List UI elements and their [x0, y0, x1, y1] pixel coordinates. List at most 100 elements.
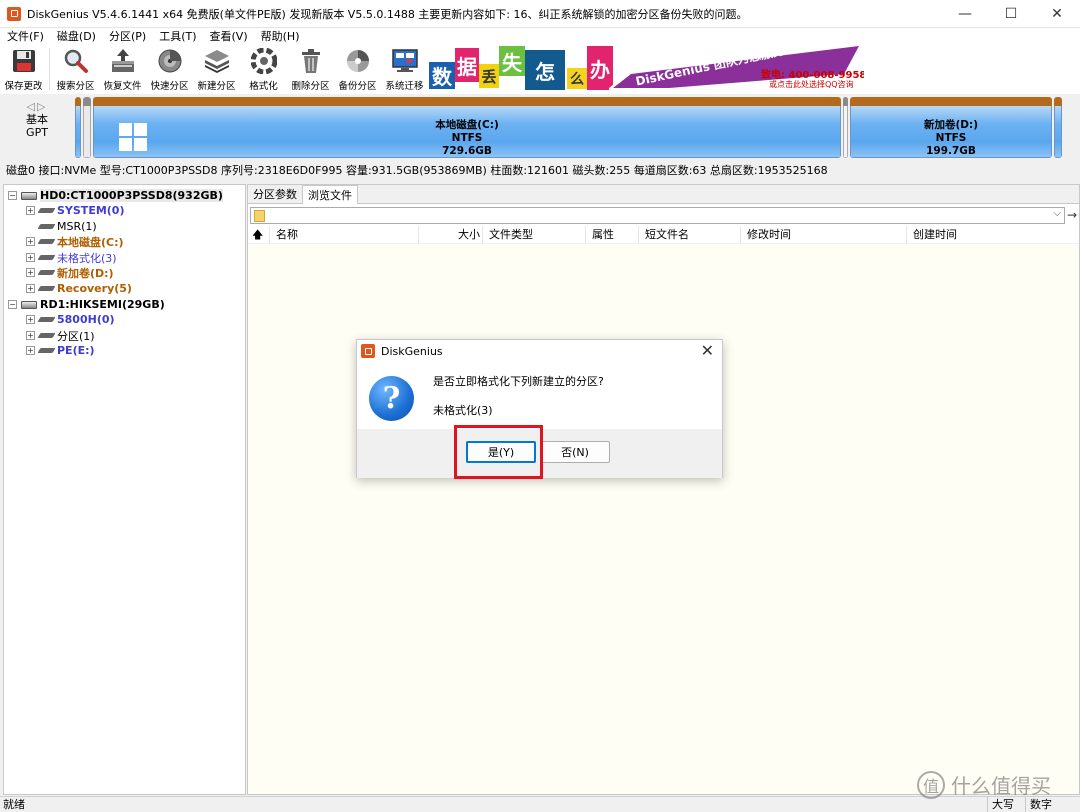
- partition-icon: [37, 348, 56, 353]
- file-browser-panel: 分区参数 浏览文件 ⌵ → 🡅 名称 大小 文件类型 属性 短文件名 修改时间 …: [247, 184, 1080, 795]
- tree-item-unformatted[interactable]: + 未格式化(3): [26, 250, 117, 265]
- expand-icon[interactable]: +: [26, 331, 35, 340]
- partition-icon: [37, 208, 56, 213]
- tree-item-d[interactable]: + 新加卷(D:): [26, 265, 114, 280]
- tree-item-c[interactable]: + 本地磁盘(C:): [26, 234, 124, 249]
- file-list[interactable]: [248, 245, 1079, 794]
- partition-d-fs: NTFS: [935, 132, 967, 144]
- format-icon: [250, 47, 278, 75]
- save-changes-button[interactable]: 保存更改: [0, 44, 47, 94]
- partition-icon: [37, 286, 56, 291]
- expand-icon[interactable]: +: [26, 206, 35, 215]
- up-arrow-icon[interactable]: 🡅: [248, 226, 270, 244]
- windows-logo-icon: [119, 123, 147, 151]
- expand-icon[interactable]: +: [26, 346, 35, 355]
- column-created-time[interactable]: 创建时间: [907, 226, 1077, 244]
- disk-nav-arrows[interactable]: ◁▷: [20, 100, 54, 113]
- no-button[interactable]: 否(N): [540, 441, 610, 463]
- new-partition-button[interactable]: 新建分区: [193, 44, 240, 94]
- search-partition-button[interactable]: 搜索分区: [52, 44, 99, 94]
- minimize-button[interactable]: —: [942, 0, 988, 28]
- tree-disk0[interactable]: − HD0:CT1000P3PSSD8(932GB): [8, 188, 223, 203]
- go-arrow-icon[interactable]: →: [1065, 208, 1079, 222]
- status-num: 数字: [1025, 797, 1080, 812]
- ad-banner[interactable]: 数 据 丢 失 怎 么 办 DiskGenius 团队为您服务 致电: 400-…: [429, 44, 864, 91]
- menu-partition[interactable]: 分区(P): [102, 28, 152, 44]
- watermark: 值 什么值得买: [917, 770, 1051, 799]
- dialog-close-button[interactable]: ✕: [701, 341, 714, 360]
- partition-icon: [37, 224, 56, 229]
- quick-partition-button[interactable]: 快速分区: [146, 44, 193, 94]
- tab-partition-params[interactable]: 分区参数: [248, 185, 302, 204]
- toolbar-separator: [49, 48, 50, 90]
- expand-icon[interactable]: +: [26, 284, 35, 293]
- tree-item-partition1[interactable]: + 分区(1): [26, 328, 95, 343]
- folder-icon: [254, 209, 265, 222]
- path-input[interactable]: ⌵: [250, 206, 1065, 224]
- column-size[interactable]: 大小: [419, 226, 483, 244]
- dialog-question: 是否立即格式化下列新建立的分区?: [433, 375, 604, 388]
- status-caps: 大写: [987, 797, 1025, 812]
- recover-file-button[interactable]: 恢复文件: [99, 44, 146, 94]
- tab-bar: 分区参数 浏览文件: [248, 185, 1079, 204]
- backup-partition-button[interactable]: 备份分区: [334, 44, 381, 94]
- format-button[interactable]: 格式化: [240, 44, 287, 94]
- menu-tools[interactable]: 工具(T): [152, 28, 202, 44]
- banner-char: 失: [499, 46, 525, 76]
- menu-file[interactable]: 文件(F): [0, 28, 50, 44]
- column-file-type[interactable]: 文件类型: [483, 226, 586, 244]
- column-modified-time[interactable]: 修改时间: [741, 226, 907, 244]
- banner-qq-link[interactable]: 或点击此处选择QQ咨询: [769, 79, 854, 90]
- partition-d-name: 新加卷(D:): [923, 119, 978, 131]
- partition-block-system[interactable]: [75, 97, 81, 158]
- quick-partition-icon: [156, 47, 184, 75]
- menu-view[interactable]: 查看(V): [203, 28, 254, 44]
- trash-icon: [297, 47, 325, 75]
- partition-block-unformatted[interactable]: [843, 97, 848, 158]
- tree-item-msr[interactable]: MSR(1): [37, 219, 97, 234]
- partition-block-recovery[interactable]: [1054, 97, 1062, 158]
- partition-block-msr[interactable]: [83, 97, 91, 158]
- partition-icon: [37, 333, 56, 338]
- banner-char: 丢: [479, 64, 499, 88]
- backup-partition-icon: [344, 47, 372, 75]
- close-button[interactable]: ✕: [1034, 0, 1080, 28]
- expand-icon[interactable]: +: [26, 253, 35, 262]
- new-partition-icon: [203, 47, 231, 75]
- expand-icon[interactable]: +: [26, 315, 35, 324]
- tree-item-pe[interactable]: + PE(E:): [26, 343, 95, 358]
- title-bar: DiskGenius V5.4.6.1441 x64 免费版(单文件PE版) 发…: [0, 0, 1080, 28]
- tab-browse-files[interactable]: 浏览文件: [302, 185, 358, 204]
- tree-item-system[interactable]: + SYSTEM(0): [26, 203, 124, 218]
- collapse-icon[interactable]: −: [8, 191, 17, 200]
- tree-disk1[interactable]: − RD1:HIKSEMI(29GB): [8, 297, 165, 312]
- column-attributes[interactable]: 属性: [586, 226, 639, 244]
- tree-item-5800h[interactable]: + 5800H(0): [26, 312, 115, 327]
- app-logo-icon: [361, 344, 375, 358]
- column-short-name[interactable]: 短文件名: [639, 226, 741, 244]
- system-migrate-button[interactable]: 系统迁移: [381, 44, 428, 94]
- tree-item-recovery[interactable]: + Recovery(5): [26, 281, 132, 296]
- banner-char: 怎: [525, 50, 565, 90]
- expand-icon[interactable]: +: [26, 237, 35, 246]
- expand-icon[interactable]: +: [26, 268, 35, 277]
- partition-icon: [37, 270, 56, 275]
- banner-char: 数: [429, 62, 455, 89]
- menu-disk[interactable]: 磁盘(D): [50, 28, 102, 44]
- window-title: DiskGenius V5.4.6.1441 x64 免费版(单文件PE版) 发…: [27, 7, 748, 21]
- path-dropdown-icon[interactable]: ⌵: [1053, 208, 1061, 219]
- column-name[interactable]: 名称: [270, 226, 419, 244]
- disk-type-label: 基本: [26, 113, 48, 126]
- highlight-annotation: [454, 425, 543, 479]
- search-partition-icon: [62, 47, 90, 75]
- partition-block-d[interactable]: 新加卷(D:) NTFS 199.7GB: [850, 97, 1052, 158]
- collapse-icon[interactable]: −: [8, 300, 17, 309]
- menu-help[interactable]: 帮助(H): [254, 28, 306, 44]
- recover-file-icon: [109, 47, 137, 75]
- disk-map: ◁▷ 基本 GPT 本地磁盘(C:) NTFS 729.6GB 新加卷(D:) …: [0, 94, 1080, 162]
- partition-block-c[interactable]: 本地磁盘(C:) NTFS 729.6GB: [93, 97, 841, 158]
- delete-partition-button[interactable]: 删除分区: [287, 44, 334, 94]
- system-migrate-icon: [391, 47, 419, 75]
- maximize-button[interactable]: ☐: [988, 0, 1034, 28]
- watermark-text: 什么值得买: [951, 774, 1051, 798]
